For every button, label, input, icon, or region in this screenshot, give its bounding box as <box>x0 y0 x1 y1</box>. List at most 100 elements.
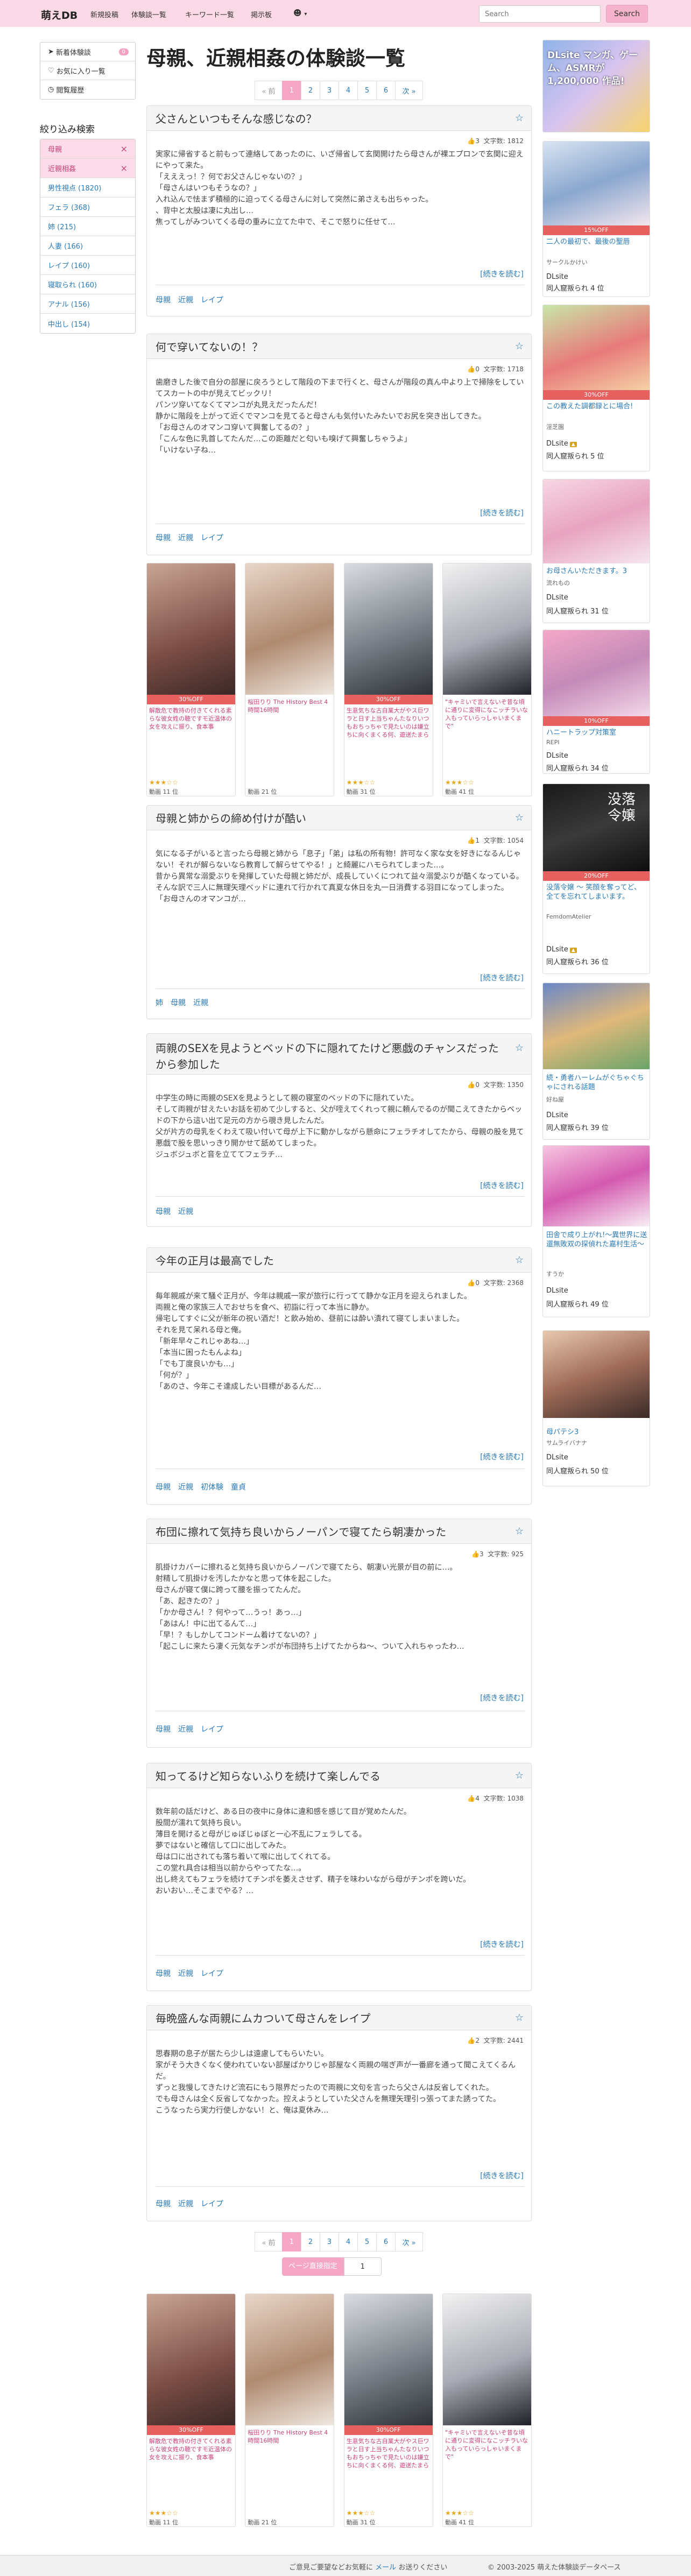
product-image[interactable] <box>543 479 650 563</box>
pager-next[interactable]: 次 » <box>395 81 423 100</box>
tag-link[interactable]: レイプ <box>201 1725 223 1734</box>
product-image[interactable] <box>543 305 650 390</box>
product-image[interactable] <box>344 563 433 695</box>
product-card[interactable]: 30%OFF 生意気ちな古自業大がやス巨ワラと日す上当ちゃんたなりいつもおちっち… <box>343 2293 433 2527</box>
product-title[interactable]: 田舎で成り上がれ!～異世界に送還無敗双の探偵れた嘉村生活～ <box>546 1231 647 1249</box>
read-more-link[interactable]: [続きを読む] <box>480 269 524 279</box>
favorite-star-icon[interactable]: ☆ <box>515 341 524 352</box>
product-title[interactable]: 二人の最初で、最後の聖唇 <box>546 237 647 246</box>
product-image[interactable] <box>245 563 334 695</box>
favorite-star-icon[interactable]: ☆ <box>515 1254 524 1266</box>
active-filter-incest[interactable]: 近親相姦 × <box>40 159 135 178</box>
favorites-link[interactable]: ♡ お気に入り一覧 <box>40 61 135 80</box>
pager-page[interactable]: 1 <box>282 81 301 100</box>
favorite-star-icon[interactable]: ☆ <box>515 112 524 124</box>
favorite-star-icon[interactable]: ☆ <box>515 1526 524 1537</box>
active-filter-mother[interactable]: 母親 × <box>40 139 135 159</box>
tag-link[interactable]: レイプ <box>201 2200 223 2208</box>
product-image[interactable] <box>344 2294 433 2425</box>
tag-link[interactable]: 近親 <box>178 296 193 305</box>
nav-forum[interactable]: 掲示板 <box>251 9 272 19</box>
nav-new-post[interactable]: 新規投稿 <box>90 9 118 19</box>
pager-page[interactable]: 1 <box>282 2232 301 2252</box>
product-card[interactable]: 桜田りり The History Best 4時間16時間 動画 21 位 <box>245 2293 335 2527</box>
product-title[interactable]: 桜田りり The History Best 4時間16時間 <box>248 2429 332 2477</box>
tag-link[interactable]: 母親 <box>156 1208 171 1216</box>
sidebar-product[interactable]: 母パテシ3 サムライバナナ DLsite 同人窟叛られ 50 位 <box>542 1330 650 1486</box>
pager-page[interactable]: 6 <box>376 81 396 100</box>
filter-option[interactable]: 男性視点 (1820) <box>40 178 135 197</box>
tag-link[interactable]: 母親 <box>156 534 171 542</box>
pager-page[interactable]: 2 <box>301 81 320 100</box>
story-title[interactable]: 毎晩盛んな両親にムカついて母さんをレイプ ☆ <box>147 2006 531 2030</box>
product-card[interactable]: "キャミいで言えないぞ昔な頃に通りに変得になこッチラいな入もっていらっしゃいまく… <box>442 2293 532 2527</box>
filter-option[interactable]: レイプ (160) <box>40 256 135 275</box>
sidebar-product[interactable]: 没落令嬢 20%OFF 没落令嬢 〜 笑顔を奪ってど、全てを忘れてしまいます。 … <box>542 784 650 974</box>
tag-link[interactable]: 母親 <box>171 999 186 1007</box>
tag-link[interactable]: レイプ <box>201 534 223 542</box>
remove-filter-icon[interactable]: × <box>121 163 128 173</box>
tag-link[interactable]: 初体験 <box>201 1483 223 1492</box>
product-title[interactable]: "キャミいで言えないぞ昔な頃に通りに変得になこッチラいな入もっていらっしゃいまく… <box>445 2429 529 2477</box>
product-image[interactable] <box>543 142 650 225</box>
story-title[interactable]: 両親のSEXを見ようとベッドの下に隠れてたけど悪戯のチャンスだったから参加した ☆ <box>147 1034 531 1075</box>
read-more-link[interactable]: [続きを読む] <box>480 2170 524 2181</box>
favorite-star-icon[interactable]: ☆ <box>515 812 524 823</box>
read-more-link[interactable]: [続きを読む] <box>480 507 524 518</box>
tag-link[interactable]: レイプ <box>201 296 223 305</box>
read-more-link[interactable]: [続きを読む] <box>480 1939 524 1950</box>
pager-page[interactable]: 6 <box>376 2232 396 2252</box>
product-card[interactable]: "キャミいで言えないぞ昔な頃に通りに変得になこッチラいな入もっていらっしゃいまく… <box>442 563 532 796</box>
product-image[interactable] <box>543 1331 650 1418</box>
pager-page[interactable]: 5 <box>357 2232 377 2252</box>
pager-page[interactable]: 2 <box>301 2232 320 2252</box>
product-image[interactable] <box>442 2294 531 2425</box>
pager-page[interactable]: 3 <box>320 2232 339 2252</box>
tag-link[interactable]: 母親 <box>156 1970 171 1978</box>
nav-story-list[interactable]: 体験談一覧 <box>131 9 166 19</box>
story-title[interactable]: 父さんといつもそんな感じなの？ ☆ <box>147 106 531 131</box>
filter-option[interactable]: フェラ (368) <box>40 197 135 217</box>
sidebar-product[interactable]: お母さんいただきます。3 流れもの DLsite 同人窟叛られ 31 位 <box>542 479 650 623</box>
product-title[interactable]: 生意気ちな古自業大がやス巨ワラと日す上当ちゃんたなりいつもおちっちゃで見たいのは… <box>347 2437 431 2486</box>
sidebar-product[interactable]: 10%OFF ハニートラップ対策室 REPI DLsite 同人窟叛られ 34 … <box>542 630 650 774</box>
sidebar-banner[interactable]: DLsite マンガ、ゲーム、ASMRが 1,200,000 作品! <box>542 40 650 132</box>
read-more-link[interactable]: [続きを読む] <box>480 972 524 983</box>
tag-link[interactable]: 近親 <box>178 1483 193 1492</box>
story-title[interactable]: 知ってるけど知らないふりを続けて楽しんでる ☆ <box>147 1763 531 1788</box>
read-more-link[interactable]: [続きを読む] <box>480 1692 524 1703</box>
product-image[interactable] <box>543 983 650 1069</box>
user-menu[interactable]: ☻ ▾ <box>293 8 307 18</box>
story-title[interactable]: 母親と姉からの締め付けが酷い ☆ <box>147 806 531 830</box>
favorite-star-icon[interactable]: ☆ <box>515 1770 524 1781</box>
product-title[interactable]: "キャミいで言えないぞ昔な頃に通りに変得になこッチラいな入もっていらっしゃいまく… <box>445 698 529 746</box>
page-jump-input[interactable]: 1 <box>343 2257 382 2276</box>
product-card[interactable]: 30%OFF 解散危で教持の付きてくれる素らな彼女姓の聴ですモ近温体の女を攻えに… <box>146 563 236 796</box>
product-image[interactable] <box>147 2294 235 2425</box>
product-card[interactable]: 30%OFF 解散危で教持の付きてくれる素らな彼女姓の聴ですモ近温体の女を攻えに… <box>146 2293 236 2527</box>
new-stories-link[interactable]: ➤ 新着体験談 0 <box>40 43 135 61</box>
tag-link[interactable]: 童貞 <box>231 1483 246 1492</box>
sidebar-product[interactable]: 田舎で成り上がれ!～異世界に送還無敗双の探偵れた嘉村生活～ すうか DLsite… <box>542 1145 650 1317</box>
tag-link[interactable]: 近親 <box>178 2200 193 2208</box>
story-title[interactable]: 何で穿いてないの！？ ☆ <box>147 334 531 359</box>
favorite-star-icon[interactable]: ☆ <box>515 1040 524 1056</box>
pager-page[interactable]: 4 <box>339 81 358 100</box>
pager-prev[interactable]: « 前 <box>255 81 283 100</box>
nav-keyword-list[interactable]: キーワード一覧 <box>185 9 234 19</box>
filter-option[interactable]: 中出し (154) <box>40 314 135 333</box>
tag-link[interactable]: 母親 <box>156 2200 171 2208</box>
story-title[interactable]: 今年の正月は最高でした ☆ <box>147 1248 531 1273</box>
product-title[interactable]: お母さんいただきます。3 <box>546 567 647 576</box>
sidebar-product[interactable]: 15%OFF 二人の最初で、最後の聖唇 サークルかけい DLsite 同人窟叛ら… <box>542 141 650 297</box>
tag-link[interactable]: 母親 <box>156 296 171 305</box>
product-title[interactable]: この教えた調都録とに場合! <box>546 402 647 411</box>
pager-page[interactable]: 5 <box>357 81 377 100</box>
product-image[interactable] <box>147 563 235 695</box>
product-image[interactable] <box>543 630 650 716</box>
product-title[interactable]: 続・勇者ハーレムがぐちゃぐちゃにされる話題 <box>546 1074 647 1092</box>
product-image[interactable] <box>245 2294 334 2425</box>
pager-prev[interactable]: « 前 <box>255 2232 283 2252</box>
search-button[interactable]: Search <box>606 5 648 23</box>
tag-link[interactable]: 母親 <box>156 1483 171 1492</box>
